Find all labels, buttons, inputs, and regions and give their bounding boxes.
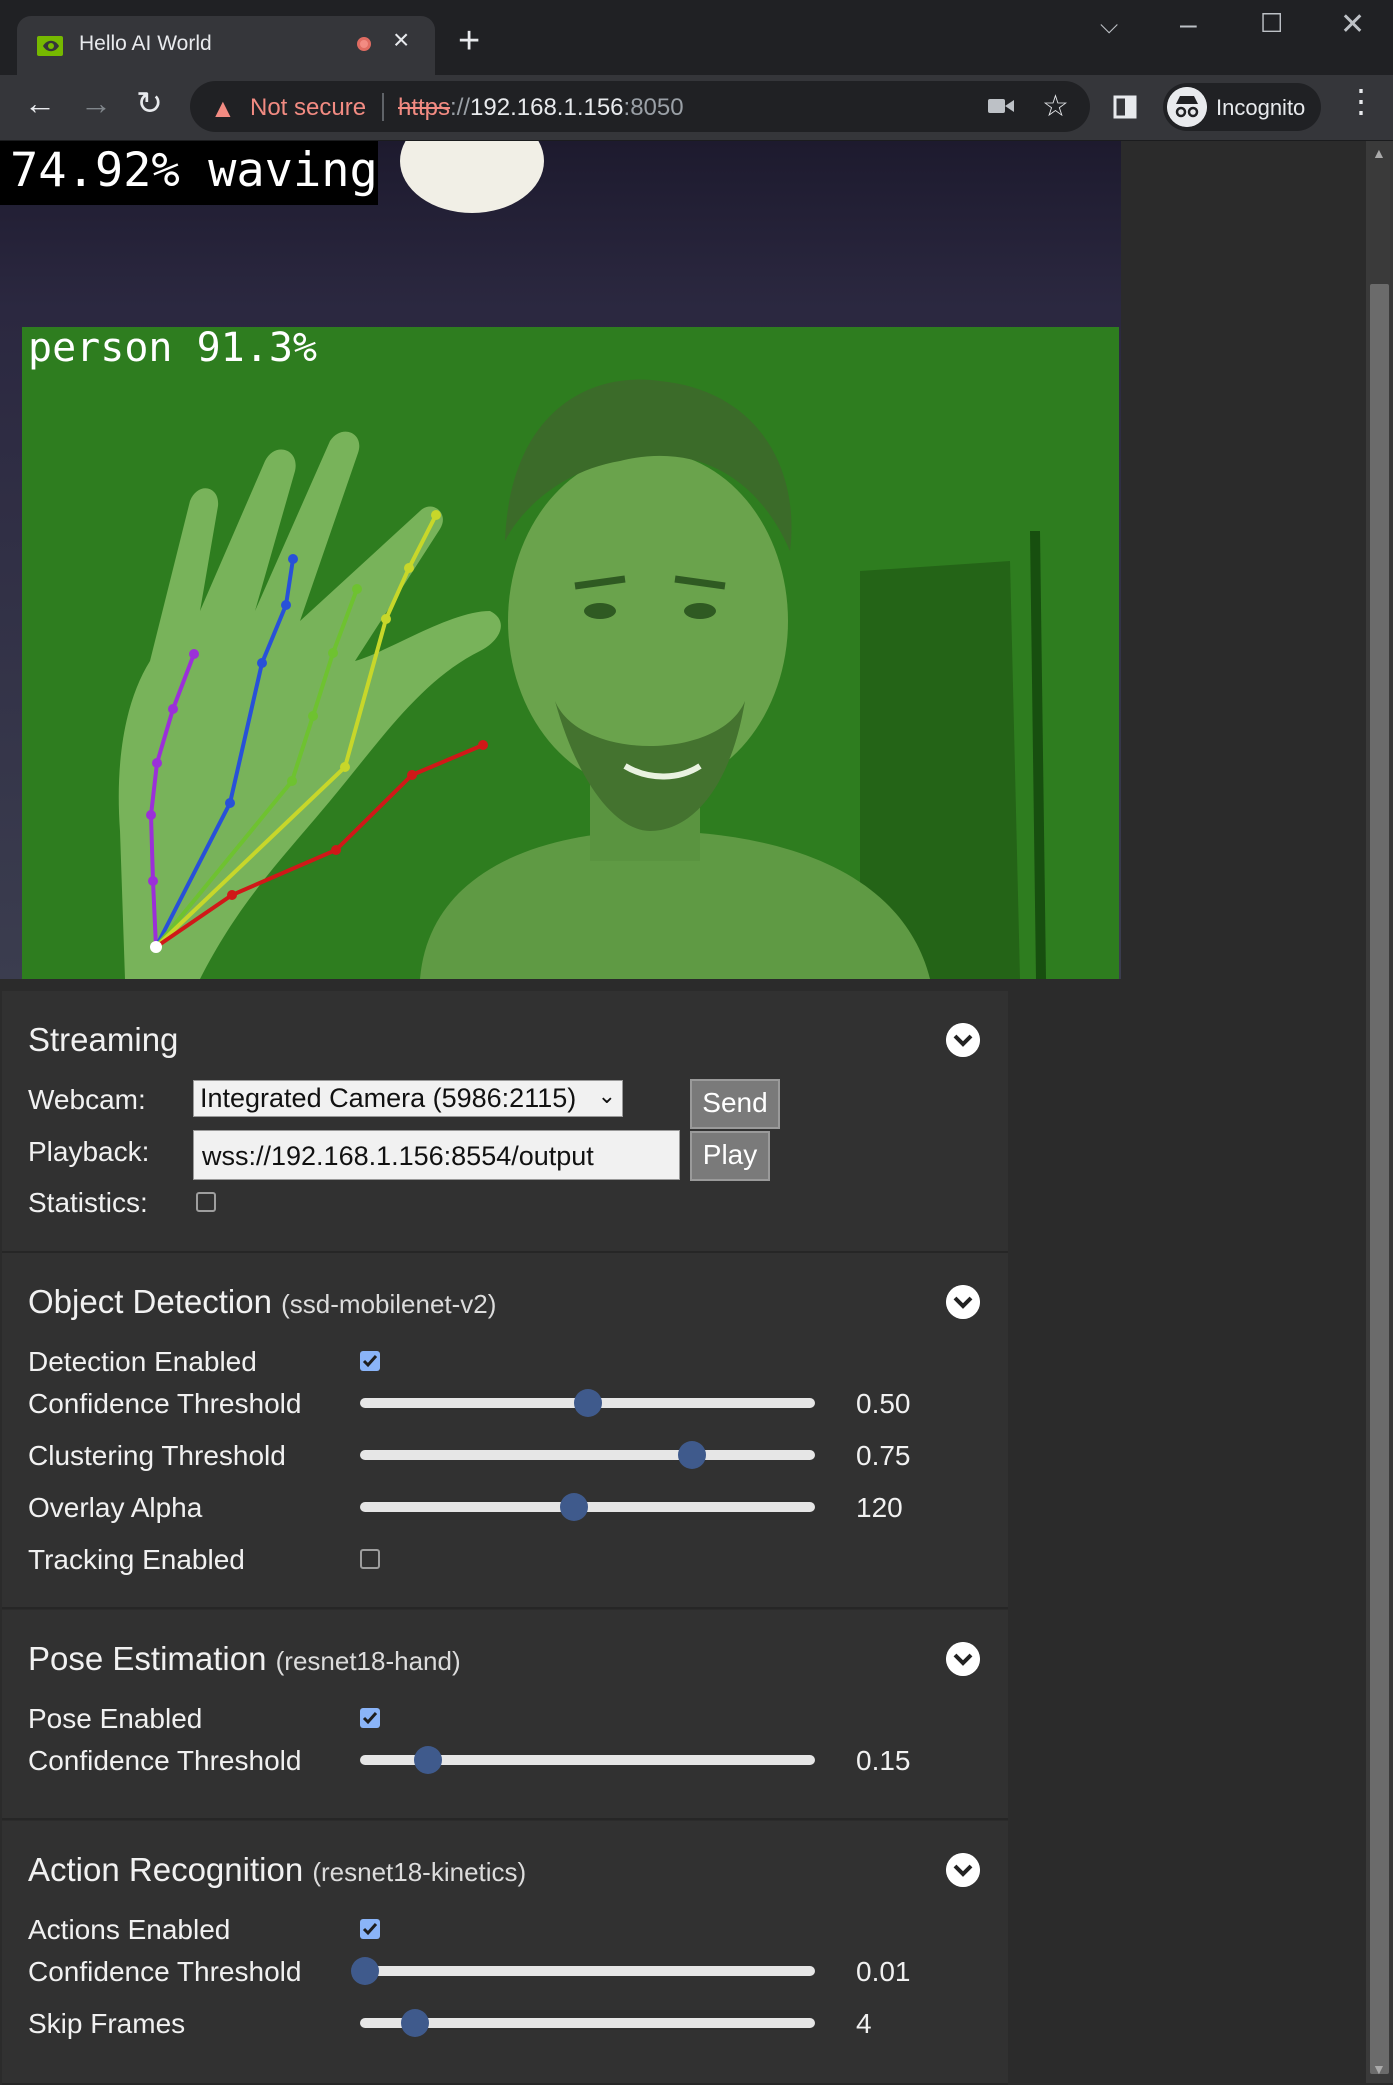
pose-confidence-slider[interactable] <box>360 1746 815 1774</box>
action-label: 74.92% waving <box>10 143 378 198</box>
play-button[interactable]: Play <box>690 1131 770 1181</box>
reload-icon[interactable]: ↻ <box>136 87 163 119</box>
detection-enabled-label: Detection Enabled <box>28 1346 257 1377</box>
forward-icon[interactable]: → <box>80 87 112 119</box>
overlay-alpha-slider[interactable] <box>360 1493 815 1521</box>
action-confidence-value: 0.01 <box>856 1956 911 1987</box>
camera-icon[interactable] <box>988 96 1014 116</box>
action-recognition-title: Action Recognition (resnet18-kinetics) <box>28 1851 526 1889</box>
recording-icon <box>357 37 371 51</box>
url-port: :8050 <box>623 94 684 121</box>
security-status[interactable]: Not secure <box>250 94 366 122</box>
detection-label: person 91.3% <box>28 325 317 371</box>
new-tab-icon[interactable]: + <box>458 22 480 60</box>
chevron-down-icon[interactable] <box>946 1853 980 1887</box>
url-text[interactable]: https://192.168.1.156:8050 <box>398 94 684 122</box>
overlay-alpha-value: 120 <box>856 1492 903 1523</box>
webcam-label: Webcam: <box>28 1084 146 1115</box>
pose-estimation-title: Pose Estimation (resnet18-hand) <box>28 1640 461 1678</box>
minimize-icon[interactable]: – <box>1180 10 1197 40</box>
tracking-enabled-label: Tracking Enabled <box>28 1544 245 1575</box>
pose-estimation-model: (resnet18-hand) <box>275 1646 461 1676</box>
skip-frames-value: 4 <box>856 2008 872 2039</box>
tab-search-icon[interactable]: ⌵ <box>1100 14 1118 38</box>
scroll-up-icon[interactable]: ▲ <box>1372 145 1386 161</box>
clustering-threshold-slider[interactable] <box>360 1441 815 1469</box>
clustering-threshold-label: Clustering Threshold <box>28 1440 286 1471</box>
slider-thumb[interactable] <box>559 1493 588 1521</box>
browser-toolbar: ← → ↻ ▲ Not secure https://192.168.1.156… <box>0 75 1393 141</box>
pose-confidence-label: Confidence Threshold <box>28 1745 302 1776</box>
streaming-title: Streaming <box>28 1021 179 1058</box>
incognito-label: Incognito <box>1216 95 1306 120</box>
overlay-alpha-label: Overlay Alpha <box>28 1492 203 1523</box>
incognito-profile[interactable]: Incognito <box>1163 83 1321 131</box>
action-recognition-heading: Action Recognition <box>28 1851 304 1888</box>
actions-enabled-label: Actions Enabled <box>28 1914 231 1945</box>
action-recognition-model: (resnet18-kinetics) <box>312 1857 527 1887</box>
detection-enabled-checkbox[interactable] <box>360 1351 380 1371</box>
back-icon[interactable]: ← <box>24 87 56 119</box>
chevron-down-icon[interactable] <box>946 1285 980 1319</box>
tab-close-icon[interactable]: × <box>393 26 409 54</box>
browser-tab[interactable]: Hello AI World × <box>17 16 435 75</box>
chevron-down-icon[interactable] <box>946 1642 980 1676</box>
playback-label: Playback: <box>28 1136 150 1167</box>
webcam-select-value: Integrated Camera (5986:2115) <box>200 1083 577 1113</box>
pose-confidence-value: 0.15 <box>856 1745 911 1776</box>
skip-frames-slider[interactable] <box>360 2009 815 2037</box>
pose-enabled-label: Pose Enabled <box>28 1703 203 1734</box>
window-close-icon[interactable]: ✕ <box>1340 10 1365 40</box>
bookmark-star-icon[interactable]: ☆ <box>1042 89 1069 124</box>
statistics-checkbox[interactable] <box>196 1192 216 1212</box>
detection-confidence-label: Confidence Threshold <box>28 1388 302 1419</box>
nvidia-favicon <box>37 36 63 56</box>
send-button[interactable]: Send <box>690 1079 780 1129</box>
chevron-down-icon[interactable] <box>946 1023 980 1057</box>
side-panel-icon[interactable] <box>1113 95 1137 119</box>
maximize-icon[interactable]: ☐ <box>1260 10 1283 36</box>
action-confidence-slider[interactable] <box>350 1957 815 1985</box>
clustering-threshold-value: 0.75 <box>856 1440 911 1471</box>
scroll-thumb[interactable] <box>1370 284 1389 2074</box>
pose-estimation-heading: Pose Estimation <box>28 1640 267 1677</box>
detection-confidence-value: 0.50 <box>856 1388 911 1419</box>
select-caret-icon: ⌄ <box>597 1083 616 1108</box>
slider-thumb[interactable] <box>350 1957 379 1985</box>
webcam-select[interactable]: Integrated Camera (5986:2115) ⌄ <box>193 1080 623 1117</box>
url-separator: :// <box>450 94 471 121</box>
actions-enabled-checkbox[interactable] <box>360 1919 380 1939</box>
scroll-down-icon[interactable]: ▼ <box>1372 2061 1386 2077</box>
incognito-icon <box>1167 87 1207 127</box>
playback-url-input[interactable]: wss://192.168.1.156:8554/output <box>193 1130 680 1180</box>
address-bar[interactable]: ▲ Not secure https://192.168.1.156:8050 … <box>190 81 1090 132</box>
object-detection-model: (ssd-mobilenet-v2) <box>281 1289 497 1319</box>
video-stream: 74.92% waving person 91.3% <box>0 141 1121 979</box>
tracking-enabled-checkbox[interactable] <box>360 1549 380 1569</box>
pose-enabled-checkbox[interactable] <box>360 1708 380 1728</box>
url-host: 192.168.1.156 <box>470 94 624 121</box>
object-detection-heading: Object Detection <box>28 1283 272 1320</box>
tab-strip: Hello AI World × + ⌵ – ☐ ✕ <box>0 0 1393 75</box>
slider-thumb[interactable] <box>678 1441 707 1469</box>
slider-thumb[interactable] <box>400 2009 429 2037</box>
url-scheme: https <box>398 94 451 121</box>
skip-frames-label: Skip Frames <box>28 2008 186 2039</box>
statistics-label: Statistics: <box>28 1187 148 1218</box>
warning-icon: ▲ <box>210 93 236 123</box>
page-scrollbar[interactable]: ▲ ▼ <box>1366 141 1393 2083</box>
slider-thumb[interactable] <box>573 1389 602 1417</box>
action-confidence-label: Confidence Threshold <box>28 1956 302 1987</box>
detection-confidence-slider[interactable] <box>360 1389 815 1417</box>
object-detection-title: Object Detection (ssd-mobilenet-v2) <box>28 1283 496 1321</box>
divider <box>382 93 384 121</box>
tab-title: Hello AI World <box>79 32 212 55</box>
menu-icon[interactable]: ⋮ <box>1345 85 1377 117</box>
